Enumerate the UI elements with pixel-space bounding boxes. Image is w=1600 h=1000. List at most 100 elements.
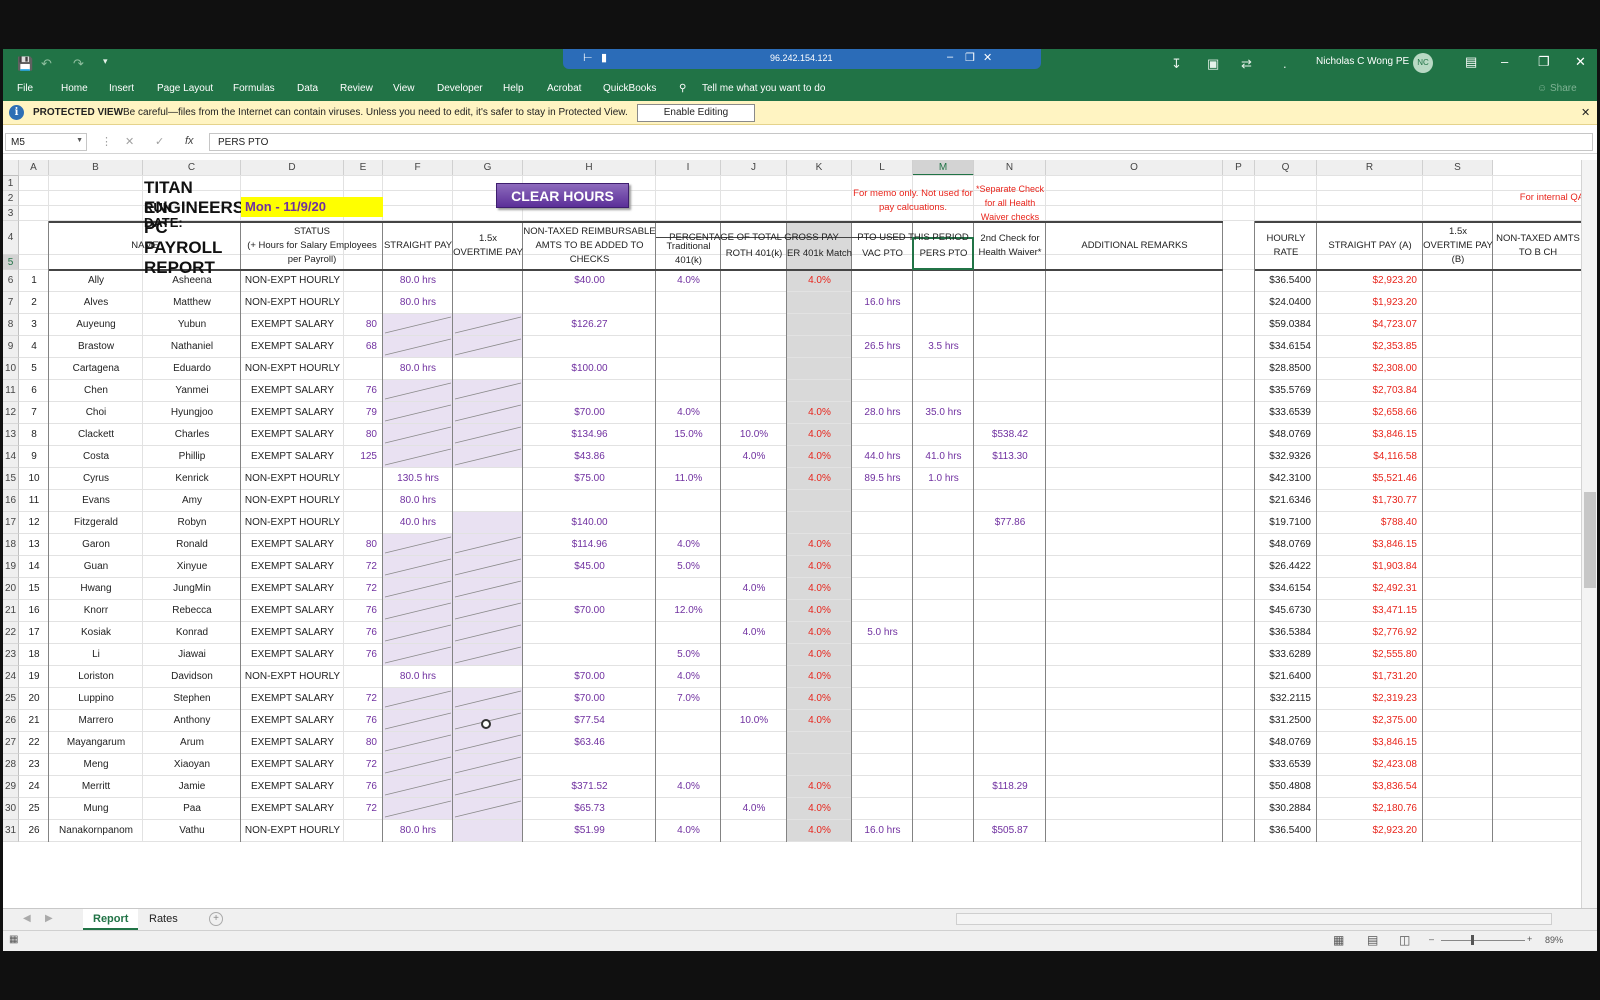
hourly-rate[interactable]: $30.2884 xyxy=(1255,798,1317,820)
roth-401k[interactable]: 4.0% xyxy=(721,798,787,820)
er-401k-match[interactable]: 4.0% xyxy=(787,578,852,600)
straight-pay-hours[interactable] xyxy=(383,534,453,556)
employee-number[interactable]: 24 xyxy=(19,776,49,798)
pers-pto[interactable] xyxy=(913,710,974,732)
health-waiver[interactable] xyxy=(974,490,1046,512)
tab-report[interactable]: Report xyxy=(83,909,139,930)
hourly-rate[interactable]: $36.5400 xyxy=(1255,820,1317,842)
zoom-thumb[interactable] xyxy=(1471,935,1474,945)
health-waiver[interactable] xyxy=(974,556,1046,578)
menu-home[interactable]: Home xyxy=(61,83,88,94)
vac-pto[interactable] xyxy=(852,688,913,710)
roth-401k[interactable] xyxy=(721,468,787,490)
straight-pay-hours[interactable] xyxy=(383,688,453,710)
employee-first-name[interactable]: Stephen xyxy=(143,688,241,710)
employee-first-name[interactable]: Matthew xyxy=(143,292,241,314)
traditional-401k[interactable] xyxy=(656,512,721,534)
roth-401k[interactable] xyxy=(721,754,787,776)
zoom-slider[interactable] xyxy=(1441,940,1525,941)
straight-pay-hours[interactable]: 80.0 hrs xyxy=(383,270,453,292)
hourly-rate[interactable]: $31.2500 xyxy=(1255,710,1317,732)
health-waiver[interactable]: $538.42 xyxy=(974,424,1046,446)
employee-status[interactable]: NON-EXPT HOURLY xyxy=(241,468,344,490)
roth-401k[interactable]: 4.0% xyxy=(721,578,787,600)
pers-pto[interactable] xyxy=(913,424,974,446)
er-401k-match[interactable]: 4.0% xyxy=(787,688,852,710)
health-waiver[interactable] xyxy=(974,798,1046,820)
scroll-thumb[interactable] xyxy=(1584,492,1596,588)
salary-hours[interactable] xyxy=(344,820,383,842)
restore-icon[interactable]: ❐ xyxy=(1538,54,1550,70)
hourly-rate[interactable]: $48.0769 xyxy=(1255,424,1317,446)
traditional-401k[interactable]: 5.0% xyxy=(656,644,721,666)
reimbursable-amount[interactable]: $40.00 xyxy=(523,270,656,292)
reimbursable-amount[interactable]: $70.00 xyxy=(523,688,656,710)
roth-401k[interactable] xyxy=(721,490,787,512)
undo-icon[interactable]: ↶ xyxy=(41,56,52,72)
employee-number[interactable]: 16 xyxy=(19,600,49,622)
vac-pto[interactable] xyxy=(852,556,913,578)
employee-number[interactable]: 20 xyxy=(19,688,49,710)
reimbursable-amount[interactable] xyxy=(523,578,656,600)
health-waiver[interactable] xyxy=(974,336,1046,358)
employee-first-name[interactable]: JungMin xyxy=(143,578,241,600)
traditional-401k[interactable]: 15.0% xyxy=(656,424,721,446)
roth-401k[interactable] xyxy=(721,270,787,292)
vac-pto[interactable]: 28.0 hrs xyxy=(852,402,913,424)
vac-pto[interactable]: 89.5 hrs xyxy=(852,468,913,490)
employee-first-name[interactable]: Asheena xyxy=(143,270,241,292)
roth-401k[interactable] xyxy=(721,336,787,358)
vac-pto[interactable] xyxy=(852,380,913,402)
employee-number[interactable]: 6 xyxy=(19,380,49,402)
close-icon[interactable]: ✕ xyxy=(1581,106,1590,119)
straight-pay-hours[interactable]: 130.5 hrs xyxy=(383,468,453,490)
er-401k-match[interactable]: 4.0% xyxy=(787,424,852,446)
salary-hours[interactable]: 76 xyxy=(344,710,383,732)
straight-pay-amount[interactable]: $5,521.46 xyxy=(1317,468,1423,490)
employee-number[interactable]: 25 xyxy=(19,798,49,820)
straight-pay-hours[interactable] xyxy=(383,644,453,666)
health-waiver[interactable] xyxy=(974,314,1046,336)
macro-icon[interactable]: ▦ xyxy=(9,934,18,945)
straight-pay-hours[interactable] xyxy=(383,556,453,578)
hourly-rate[interactable]: $33.6539 xyxy=(1255,402,1317,424)
traditional-401k[interactable]: 5.0% xyxy=(656,556,721,578)
employee-last-name[interactable]: Auyeung xyxy=(49,314,143,336)
roth-401k[interactable] xyxy=(721,292,787,314)
health-waiver[interactable] xyxy=(974,380,1046,402)
salary-hours[interactable]: 76 xyxy=(344,600,383,622)
er-401k-match[interactable]: 4.0% xyxy=(787,600,852,622)
hourly-rate[interactable]: $33.6289 xyxy=(1255,644,1317,666)
vac-pto[interactable] xyxy=(852,578,913,600)
salary-hours[interactable]: 80 xyxy=(344,424,383,446)
salary-hours[interactable] xyxy=(344,490,383,512)
er-401k-match[interactable]: 4.0% xyxy=(787,468,852,490)
reimbursable-amount[interactable]: $45.00 xyxy=(523,556,656,578)
vac-pto[interactable] xyxy=(852,666,913,688)
reimbursable-amount[interactable]: $43.86 xyxy=(523,446,656,468)
salary-hours[interactable]: 76 xyxy=(344,776,383,798)
horizontal-scrollbar[interactable] xyxy=(956,913,1552,925)
cancel-icon[interactable]: ✕ xyxy=(125,135,134,148)
reimbursable-amount[interactable]: $126.27 xyxy=(523,314,656,336)
straight-pay-hours[interactable] xyxy=(383,446,453,468)
straight-pay-hours[interactable] xyxy=(383,776,453,798)
hourly-rate[interactable]: $34.6154 xyxy=(1255,578,1317,600)
straight-pay-amount[interactable]: $2,492.31 xyxy=(1317,578,1423,600)
straight-pay-amount[interactable]: $2,375.00 xyxy=(1317,710,1423,732)
er-401k-match[interactable]: 4.0% xyxy=(787,710,852,732)
hourly-rate[interactable]: $50.4808 xyxy=(1255,776,1317,798)
employee-number[interactable]: 23 xyxy=(19,754,49,776)
roth-401k[interactable] xyxy=(721,380,787,402)
run-date[interactable]: Mon - 11/9/20 xyxy=(241,197,383,217)
reimbursable-amount[interactable]: $75.00 xyxy=(523,468,656,490)
straight-pay-amount[interactable]: $3,471.15 xyxy=(1317,600,1423,622)
pin-icon[interactable]: ⊢ xyxy=(583,51,593,64)
hourly-rate[interactable]: $32.2115 xyxy=(1255,688,1317,710)
straight-pay-amount[interactable]: $2,658.66 xyxy=(1317,402,1423,424)
straight-pay-amount[interactable]: $1,903.84 xyxy=(1317,556,1423,578)
straight-pay-hours[interactable] xyxy=(383,336,453,358)
straight-pay-amount[interactable]: $2,353.85 xyxy=(1317,336,1423,358)
straight-pay-hours[interactable] xyxy=(383,622,453,644)
traditional-401k[interactable]: 4.0% xyxy=(656,776,721,798)
